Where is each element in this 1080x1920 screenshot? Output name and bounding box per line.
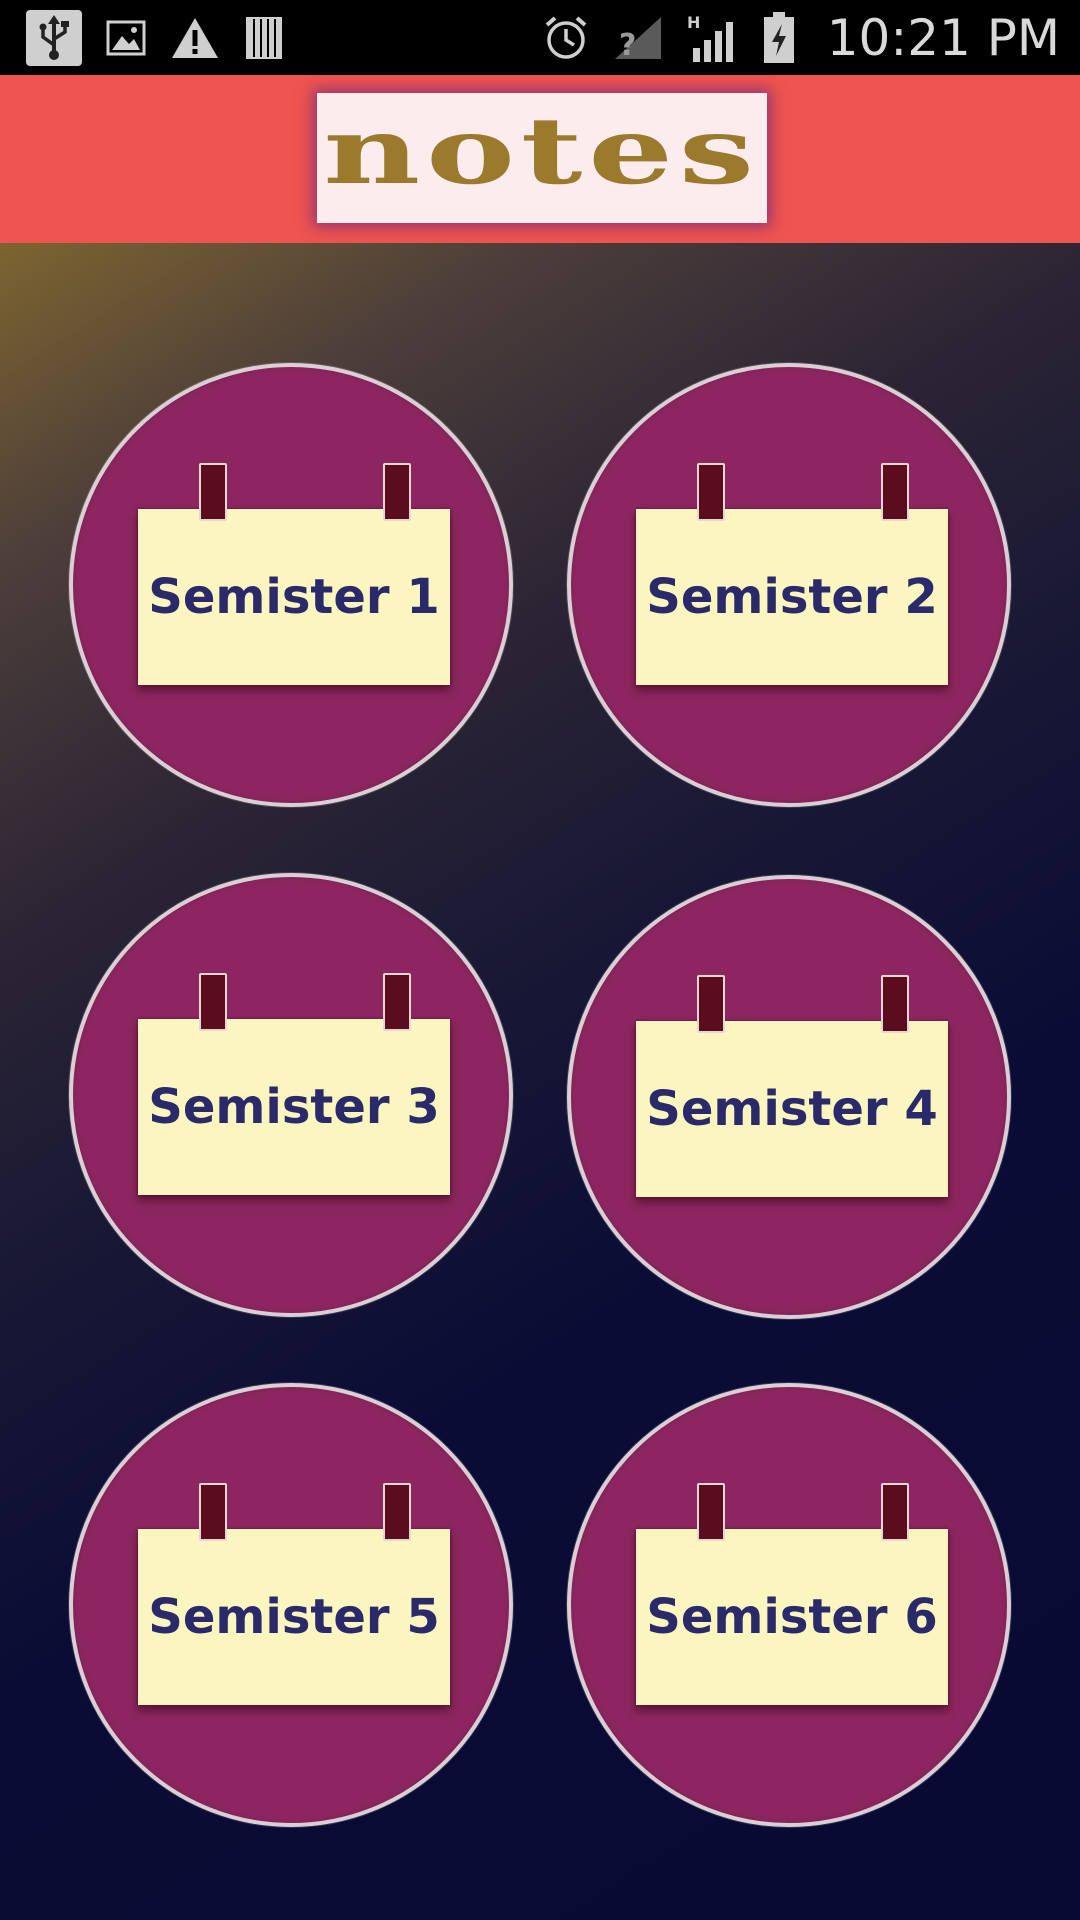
- calendar-pin-icon: [697, 975, 725, 1033]
- calendar-pin-icon: [383, 463, 411, 521]
- image-icon: [106, 10, 146, 66]
- semester-label: Semister 3: [148, 1079, 440, 1135]
- status-bar-notifications: [26, 9, 284, 66]
- status-bar-system: ? H 10:21 PM: [543, 9, 1060, 67]
- semester-6-button[interactable]: Semister 6: [567, 1383, 1011, 1827]
- calendar-note-icon: Semister 6: [636, 1529, 948, 1705]
- svg-text:?: ?: [619, 28, 636, 61]
- semester-5-button[interactable]: Semister 5: [69, 1383, 513, 1827]
- app-title: notes: [323, 97, 761, 205]
- calendar-pin-icon: [199, 463, 227, 521]
- calendar-note-icon: Semister 5: [138, 1529, 450, 1705]
- semester-grid: Semister 1 Semister 2 Semister 3 Semiste…: [0, 243, 1080, 1920]
- calendar-note-icon: Semister 3: [138, 1019, 450, 1195]
- clock: 10:21 PM: [826, 8, 1060, 67]
- no-sim-signal-icon: ?: [613, 10, 663, 66]
- alarm-icon: [543, 10, 589, 66]
- calendar-pin-icon: [881, 1483, 909, 1541]
- network-type-label: H: [687, 13, 700, 32]
- sim-toolkit-icon: [244, 10, 284, 66]
- calendar-note-icon: Semister 4: [636, 1021, 948, 1197]
- calendar-pin-icon: [199, 973, 227, 1031]
- battery-charging-icon: [763, 10, 795, 66]
- app-header: notes: [0, 75, 1080, 243]
- semester-label: Semister 4: [646, 1081, 938, 1137]
- calendar-pin-icon: [383, 1483, 411, 1541]
- semester-label: Semister 6: [646, 1589, 938, 1645]
- semester-label: Semister 2: [646, 569, 938, 625]
- calendar-note-icon: Semister 2: [636, 509, 948, 685]
- semester-1-button[interactable]: Semister 1: [69, 363, 513, 807]
- h-signal-icon: H: [687, 10, 739, 66]
- usb-icon: [26, 9, 82, 66]
- status-bar: ? H 10:21 PM: [0, 0, 1080, 75]
- calendar-pin-icon: [697, 463, 725, 521]
- calendar-note-icon: Semister 1: [138, 509, 450, 685]
- calendar-pin-icon: [881, 975, 909, 1033]
- semester-4-button[interactable]: Semister 4: [567, 875, 1011, 1319]
- semester-label: Semister 5: [148, 1589, 440, 1645]
- calendar-pin-icon: [881, 463, 909, 521]
- semester-2-button[interactable]: Semister 2: [567, 363, 1011, 807]
- app-screen: ? H 10:21 PM notes Semister 1 Semister 2…: [0, 0, 1080, 1920]
- calendar-pin-icon: [199, 1483, 227, 1541]
- calendar-pin-icon: [383, 973, 411, 1031]
- semester-3-button[interactable]: Semister 3: [69, 873, 513, 1317]
- app-logo: notes: [317, 93, 767, 223]
- semester-label: Semister 1: [148, 569, 440, 625]
- warning-icon: [170, 10, 220, 66]
- calendar-pin-icon: [697, 1483, 725, 1541]
